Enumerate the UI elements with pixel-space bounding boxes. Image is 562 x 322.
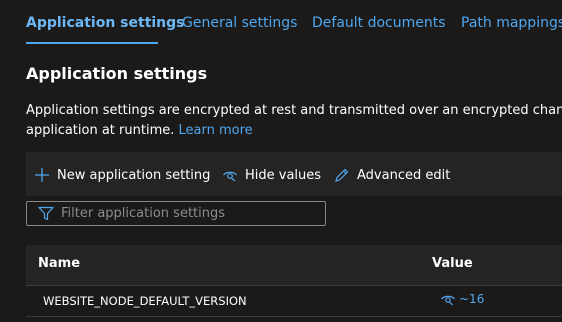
grid-header: Name Value	[26, 245, 562, 286]
tab-bar: Application settings General settings De…	[0, 0, 562, 46]
description-line-2-text: application at runtime.	[26, 123, 175, 138]
filter-input[interactable]	[61, 204, 316, 222]
hide-values-label: Hide values	[245, 167, 322, 183]
column-header-value[interactable]: Value	[432, 256, 473, 271]
advanced-edit-button[interactable]: Advanced edit	[334, 166, 450, 184]
setting-value: ~16	[459, 292, 485, 306]
tab-path-mappings[interactable]: Path mappings	[461, 14, 562, 32]
section-title: Application settings	[26, 64, 208, 83]
plus-icon	[34, 167, 50, 183]
table-row[interactable]: WEBSITE_NODE_DEFAULT_VERSION ~16	[26, 286, 562, 317]
pencil-icon	[334, 167, 350, 183]
filter-box	[26, 201, 326, 226]
hide-values-button[interactable]: Hide values	[222, 166, 321, 184]
setting-name[interactable]: WEBSITE_NODE_DEFAULT_VERSION	[43, 294, 247, 308]
tab-general-settings[interactable]: General settings	[182, 14, 297, 32]
description-line-1: Application settings are encrypted at re…	[26, 103, 562, 118]
eye-hidden-icon	[440, 292, 456, 306]
column-header-name[interactable]: Name	[38, 256, 80, 271]
tab-application-settings[interactable]: Application settings	[26, 14, 185, 32]
section-description: Application settings are encrypted at re…	[26, 101, 562, 141]
advanced-edit-label: Advanced edit	[357, 167, 451, 183]
active-tab-indicator	[26, 42, 158, 44]
command-bar: New application setting Hide values Adva…	[26, 152, 562, 196]
funnel-icon	[38, 206, 54, 221]
learn-more-link[interactable]: Learn more	[179, 123, 253, 138]
description-line-2: application at runtime. Learn more	[26, 121, 562, 141]
eye-hidden-icon	[222, 167, 238, 183]
new-application-setting-button[interactable]: New application setting	[34, 166, 210, 184]
show-value-toggle[interactable]: ~16	[440, 292, 484, 306]
new-application-setting-label: New application setting	[57, 167, 211, 183]
tab-default-documents[interactable]: Default documents	[312, 14, 446, 32]
